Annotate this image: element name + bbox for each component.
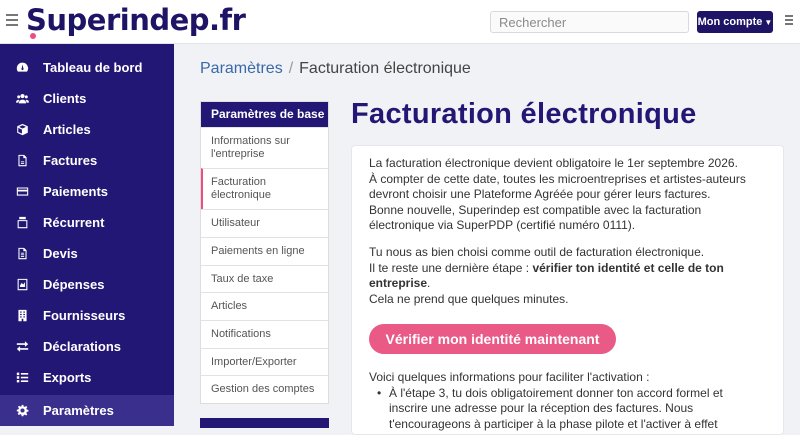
logo[interactable]: Superindep.fr (26, 2, 246, 38)
sidebar: Tableau de bord Clients Articles Facture… (0, 44, 174, 426)
sidebar-item-clients[interactable]: Clients (0, 83, 174, 114)
sidebar-item-declarations[interactable]: Déclarations (0, 331, 174, 362)
choice-line: Tu nous as bien choisi comme outil de fa… (369, 245, 705, 259)
settings-menu-item-notifications[interactable]: Notifications (201, 320, 328, 348)
page-title: Facturation électronique (351, 98, 697, 130)
settings-menu-next-section (200, 418, 329, 428)
verify-identity-button[interactable]: Vérifier mon identité maintenant (369, 324, 616, 354)
settings-menu-item-facturation-electronique[interactable]: Facturation électronique (201, 168, 328, 209)
intro-line: À compter de cette date, toutes les micr… (369, 171, 746, 186)
info-heading: Voici quelques informations pour facilit… (369, 370, 650, 384)
info-section: Voici quelques informations pour facilit… (369, 370, 723, 432)
intro-paragraph: La facturation électronique devient obli… (369, 156, 746, 234)
sidebar-item-paiements[interactable]: Paiements (0, 176, 174, 207)
users-icon (16, 92, 29, 105)
breadcrumb-parent-link[interactable]: Paramètres (200, 60, 283, 77)
bullet-line: inscrire une adresse pour la réception d… (389, 401, 694, 415)
hamburger-menu-icon[interactable] (6, 14, 18, 26)
sidebar-item-tableau-de-bord[interactable]: Tableau de bord (0, 52, 174, 83)
settings-menu-heading: Paramètres de base (201, 102, 328, 127)
intro-line: électronique via SuperPDP (certifié numé… (369, 218, 636, 232)
intro-line: Bonne nouvelle, Superindep est compatibl… (369, 202, 702, 217)
options-icon[interactable] (785, 15, 793, 27)
supplier-icon (16, 309, 29, 322)
list-item: À l'étape 3, tu dois obligatoirement don… (377, 385, 723, 433)
settings-menu: Paramètres de base Informations sur l'en… (200, 101, 329, 404)
account-button[interactable]: Mon compte ▼ (697, 11, 773, 33)
status-paragraph: Tu nous as bien choisi comme outil de fa… (369, 245, 724, 307)
step-emphasis-2: entreprise (369, 276, 428, 290)
logo-dot (30, 33, 36, 39)
sidebar-item-fournisseurs[interactable]: Fournisseurs (0, 300, 174, 331)
step-suffix: . (427, 276, 431, 290)
intro-line: devront choisir une Plateforme Agréée po… (369, 187, 711, 201)
intro-line: La facturation électronique devient obli… (369, 156, 738, 170)
caret-down-icon: ▼ (764, 18, 773, 27)
step-emphasis: vérifier ton identité et celle de ton (532, 260, 724, 275)
dashboard-icon (16, 61, 29, 74)
gear-icon (16, 404, 29, 417)
search-input[interactable] (490, 11, 689, 33)
breadcrumb: Paramètres / Facturation électronique (200, 60, 471, 78)
settings-menu-item-importer-exporter[interactable]: Importer/Exporter (201, 348, 328, 375)
sidebar-item-parametres[interactable]: Paramètres (0, 395, 174, 426)
settings-menu-item-articles[interactable]: Articles (201, 292, 328, 320)
content-card: La facturation électronique devient obli… (351, 145, 784, 435)
settings-menu-item-taux-de-taxe[interactable]: Taux de taxe (201, 265, 328, 292)
bullet-line: t'encourageons à participer à la phase p… (389, 416, 718, 431)
account-button-label: Mon compte (697, 16, 763, 28)
exchange-icon (16, 340, 29, 353)
list-icon (16, 371, 29, 384)
breadcrumb-separator: / (288, 60, 294, 77)
sidebar-item-factures[interactable]: Factures (0, 145, 174, 176)
settings-menu-item-utilisateur[interactable]: Utilisateur (201, 209, 328, 237)
sidebar-item-recurrent[interactable]: Récurrent (0, 207, 174, 238)
quote-icon (16, 247, 29, 260)
expense-icon (16, 278, 29, 291)
top-bar: Superindep.fr Mon compte▼ (0, 0, 800, 44)
step-line-2: entreprise. (369, 276, 724, 292)
sidebar-item-exports[interactable]: Exports (0, 362, 174, 393)
bullet-line: À l'étape 3, tu dois obligatoirement don… (389, 385, 723, 400)
settings-menu-item-paiements-en-ligne[interactable]: Paiements en ligne (201, 237, 328, 265)
step-prefix: Il te reste une dernière étape : (369, 260, 533, 275)
recurring-icon (16, 216, 29, 229)
step-line: Il te reste une dernière étape : vérifie… (369, 261, 724, 277)
sidebar-item-depenses[interactable]: Dépenses (0, 269, 174, 300)
info-list: À l'étape 3, tu dois obligatoirement don… (377, 385, 723, 433)
sidebar-item-articles[interactable]: Articles (0, 114, 174, 145)
settings-menu-item-gestion-des-comptes[interactable]: Gestion des comptes (201, 375, 328, 403)
sidebar-item-devis[interactable]: Devis (0, 238, 174, 269)
invoice-icon (16, 154, 29, 167)
card-icon (16, 185, 29, 198)
minutes-line: Cela ne prend que quelques minutes. (369, 291, 569, 306)
settings-menu-item-informations[interactable]: Informations sur l'entreprise (201, 127, 328, 168)
box-icon (16, 123, 29, 136)
breadcrumb-current: Facturation électronique (299, 60, 471, 77)
